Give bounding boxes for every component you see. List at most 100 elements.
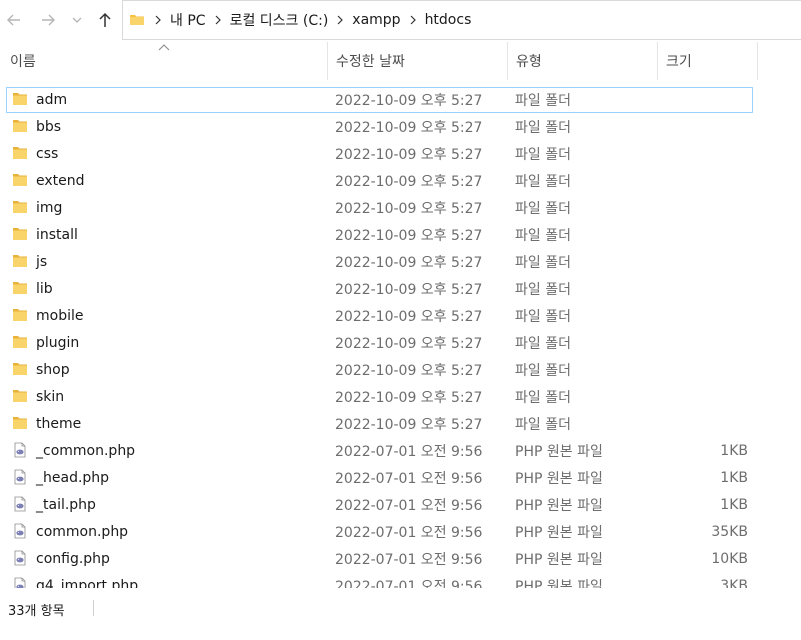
item-count: 33개 항목	[8, 604, 65, 619]
file-type: PHP 원본 파일	[515, 524, 603, 541]
file-row[interactable]: config.php 2022-07-01 오전 9:56 PHP 원본 파일 10K…	[0, 545, 760, 572]
file-row[interactable]: bbs 2022-10-09 오후 5:27 파일 폴더	[0, 113, 760, 140]
php-file-icon	[14, 577, 26, 588]
status-bar: 33개 항목	[0, 596, 801, 640]
arrow-left-icon	[7, 14, 20, 26]
file-size: 35KB	[711, 523, 748, 540]
file-name: bbs	[36, 118, 62, 135]
file-size: 1KB	[720, 442, 748, 459]
file-date-modified: 2022-10-09 오후 5:27	[335, 200, 483, 217]
file-type: 파일 폴더	[515, 119, 571, 136]
file-type: 파일 폴더	[515, 281, 571, 298]
file-date-modified: 2022-07-01 오전 9:56	[335, 578, 483, 589]
php-file-icon	[14, 496, 26, 512]
file-date-modified: 2022-10-09 오후 5:27	[335, 92, 483, 109]
folder-icon	[13, 174, 27, 186]
forward-button[interactable]	[36, 6, 60, 34]
file-row[interactable]: skin 2022-10-09 오후 5:27 파일 폴더	[0, 383, 760, 410]
file-name: _head.php	[36, 469, 110, 486]
breadcrumb-separator-icon[interactable]	[211, 13, 225, 27]
recent-locations-button[interactable]	[67, 6, 87, 34]
folder-icon	[13, 93, 27, 105]
file-size	[660, 329, 748, 356]
file-name: g4_import.php	[36, 577, 139, 589]
up-button[interactable]	[93, 6, 117, 34]
file-row[interactable]: shop 2022-10-09 오후 5:27 파일 폴더	[0, 356, 760, 383]
folder-icon	[13, 147, 27, 159]
file-row[interactable]: extend 2022-10-09 오후 5:27 파일 폴더	[0, 167, 760, 194]
file-row[interactable]: _common.php 2022-07-01 오전 9:56 PHP 원본 파일 1K…	[0, 437, 760, 464]
breadcrumb-my-pc[interactable]: 내 PC	[165, 10, 211, 30]
file-row[interactable]: common.php 2022-07-01 오전 9:56 PHP 원본 파일 35K…	[0, 518, 760, 545]
file-type: PHP 원본 파일	[515, 551, 603, 568]
file-type: 파일 폴더	[515, 227, 571, 244]
file-row[interactable]: css 2022-10-09 오후 5:27 파일 폴더	[0, 140, 760, 167]
column-date-modified[interactable]: 수정한 날짜	[328, 42, 508, 80]
file-row[interactable]: js 2022-10-09 오후 5:27 파일 폴더	[0, 248, 760, 275]
file-date-modified: 2022-07-01 오전 9:56	[335, 497, 483, 514]
file-type: PHP 원본 파일	[515, 443, 603, 460]
folder-icon	[13, 120, 27, 132]
file-row[interactable]: plugin 2022-10-09 오후 5:27 파일 폴더	[0, 329, 760, 356]
file-name: config.php	[36, 550, 110, 567]
file-name: adm	[36, 91, 68, 108]
file-size	[660, 248, 748, 275]
file-name: lib	[36, 280, 53, 297]
file-size: 10KB	[711, 550, 748, 567]
php-file-icon	[14, 523, 26, 539]
file-type: 파일 폴더	[515, 92, 571, 109]
file-size	[660, 221, 748, 248]
folder-icon	[13, 228, 27, 240]
breadcrumb-xampp[interactable]: xampp	[347, 12, 405, 28]
file-type: PHP 원본 파일	[515, 470, 603, 487]
file-name: plugin	[36, 334, 80, 351]
column-size[interactable]: 크기	[658, 42, 758, 80]
file-row[interactable]: adm 2022-10-09 오후 5:27 파일 폴더	[0, 86, 760, 113]
folder-icon	[13, 336, 27, 348]
file-date-modified: 2022-10-09 오후 5:27	[335, 173, 483, 190]
file-size	[660, 113, 748, 140]
file-name: css	[36, 145, 59, 162]
file-date-modified: 2022-10-09 오후 5:27	[335, 227, 483, 244]
file-date-modified: 2022-07-01 오전 9:56	[335, 470, 483, 487]
breadcrumb-separator-icon[interactable]	[406, 13, 420, 27]
file-name: common.php	[36, 523, 129, 540]
file-type: 파일 폴더	[515, 389, 571, 406]
file-date-modified: 2022-10-09 오후 5:27	[335, 281, 483, 298]
column-name[interactable]: 이름	[2, 42, 328, 80]
breadcrumb-separator-icon[interactable]	[151, 13, 165, 27]
file-type: PHP 원본 파일	[515, 497, 603, 514]
file-size	[660, 86, 748, 113]
file-row[interactable]: img 2022-10-09 오후 5:27 파일 폴더	[0, 194, 760, 221]
column-header: 이름 수정한 날짜 유형 크기	[0, 42, 801, 80]
folder-icon	[13, 309, 27, 321]
breadcrumb-local-disk[interactable]: 로컬 디스크 (C:)	[225, 10, 334, 30]
php-file-icon	[14, 442, 26, 458]
file-row[interactable]: lib 2022-10-09 오후 5:27 파일 폴더	[0, 275, 760, 302]
file-list[interactable]: adm 2022-10-09 오후 5:27 파일 폴더 bbs 2022-10-09 …	[0, 86, 801, 588]
file-size	[660, 194, 748, 221]
file-type: 파일 폴더	[515, 173, 571, 190]
file-name: mobile	[36, 307, 84, 324]
file-date-modified: 2022-07-01 오전 9:56	[335, 551, 483, 568]
file-row[interactable]: _head.php 2022-07-01 오전 9:56 PHP 원본 파일 1KB	[0, 464, 760, 491]
file-row[interactable]: g4_import.php 2022-07-01 오전 9:56 PHP 원본 파일…	[0, 572, 760, 588]
file-type: PHP 원본 파일	[515, 578, 603, 589]
status-divider	[93, 600, 94, 616]
file-name: img	[36, 199, 63, 216]
file-type: 파일 폴더	[515, 200, 571, 217]
file-name: install	[36, 226, 78, 243]
file-row[interactable]: install 2022-10-09 오후 5:27 파일 폴더	[0, 221, 760, 248]
file-row[interactable]: theme 2022-10-09 오후 5:27 파일 폴더	[0, 410, 760, 437]
file-row[interactable]: mobile 2022-10-09 오후 5:27 파일 폴더	[0, 302, 760, 329]
breadcrumb-separator-icon[interactable]	[333, 13, 347, 27]
folder-icon	[13, 417, 27, 429]
breadcrumb-htdocs[interactable]: htdocs	[420, 12, 477, 28]
column-type[interactable]: 유형	[508, 42, 658, 80]
back-button[interactable]	[2, 6, 26, 34]
file-row[interactable]: _tail.php 2022-07-01 오전 9:56 PHP 원본 파일 1KB	[0, 491, 760, 518]
folder-icon	[130, 15, 144, 25]
address-bar[interactable]: 내 PC 로컬 디스크 (C:) xampp htdocs	[122, 0, 801, 40]
file-date-modified: 2022-10-09 오후 5:27	[335, 362, 483, 379]
file-type: 파일 폴더	[515, 362, 571, 379]
